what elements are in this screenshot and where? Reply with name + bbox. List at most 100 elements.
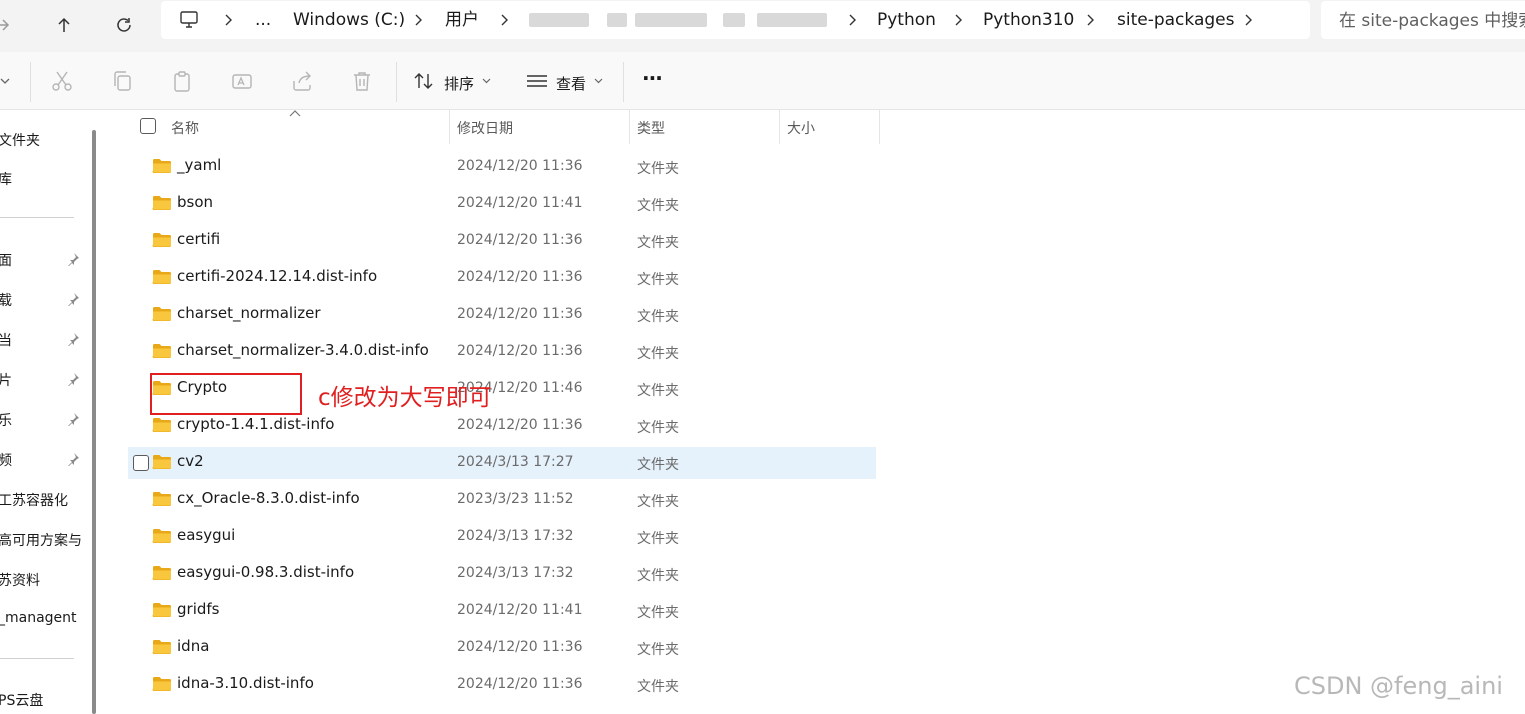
sidebar-item-label: 片 (0, 373, 12, 389)
chevron-right-icon (415, 14, 422, 26)
file-modified-date: 2024/12/20 11:36 (457, 417, 583, 433)
column-separator[interactable] (629, 110, 630, 144)
address-bar[interactable]: ... Windows (C:) 用户 Python Python310 sit… (161, 1, 1310, 39)
file-row[interactable]: idna-3.10.dist-info 2024/12/20 11:36 文件夹 (128, 669, 876, 701)
sidebar-item[interactable]: 高可用方案与 (0, 528, 86, 552)
file-name: charset_normalizer (177, 304, 321, 322)
breadcrumb-site-packages[interactable]: site-packages (1117, 1, 1234, 39)
sidebar-divider (0, 217, 74, 218)
sidebar-item-label: 面 (0, 253, 12, 269)
column-separator[interactable] (449, 110, 450, 144)
file-name: bson (177, 193, 214, 211)
breadcrumb-overflow[interactable]: ... (255, 1, 271, 39)
sidebar-item-label: _managent (0, 610, 77, 626)
file-row[interactable]: cv2 2024/3/13 17:27 文件夹 (128, 447, 876, 479)
refresh-button[interactable] (108, 9, 140, 41)
file-name: certifi-2024.12.14.dist-info (177, 267, 378, 285)
folder-icon (152, 492, 171, 507)
up-button[interactable] (48, 9, 80, 41)
column-header-type[interactable]: 类型 (637, 118, 665, 138)
select-all-checkbox[interactable] (140, 118, 156, 134)
chevron-down-icon[interactable] (0, 77, 10, 85)
file-type: 文件夹 (637, 272, 679, 288)
column-header-name[interactable]: 名称 (171, 118, 199, 138)
file-modified-date: 2024/12/20 11:36 (457, 232, 583, 248)
share-icon[interactable] (290, 69, 314, 93)
address-row: ... Windows (C:) 用户 Python Python310 sit… (0, 0, 1525, 52)
copy-icon[interactable] (110, 69, 134, 93)
file-type: 文件夹 (637, 346, 679, 362)
file-row[interactable]: gridfs 2024/12/20 11:41 文件夹 (128, 595, 876, 627)
more-options-button[interactable]: ··· (642, 66, 663, 90)
file-modified-date: 2024/12/20 11:36 (457, 676, 583, 692)
view-button[interactable]: 查看 (524, 64, 608, 98)
file-type: 文件夹 (637, 457, 679, 473)
file-type: 文件夹 (637, 605, 679, 621)
sidebar-item[interactable]: _managent (0, 608, 86, 632)
sidebar-item-label: 库 (0, 172, 12, 188)
breadcrumb-python310[interactable]: Python310 (983, 1, 1074, 39)
folder-icon (152, 418, 171, 433)
sidebar-item-label: PS云盘 (0, 693, 44, 709)
search-input[interactable]: 在 site-packages 中搜索 (1321, 1, 1525, 39)
file-name: easygui-0.98.3.dist-info (177, 563, 355, 581)
column-separator[interactable] (779, 110, 780, 144)
folder-icon (152, 529, 171, 544)
file-row[interactable]: certifi 2024/12/20 11:36 文件夹 (128, 225, 876, 257)
file-row[interactable]: _yaml 2024/12/20 11:36 文件夹 (128, 151, 876, 183)
file-row[interactable]: cx_Oracle-8.3.0.dist-info 2023/3/23 11:52… (128, 484, 876, 516)
file-name: gridfs (177, 600, 220, 618)
sidebar-item[interactable]: 工苏容器化 (0, 488, 86, 512)
file-row[interactable]: bson 2024/12/20 11:41 文件夹 (128, 188, 876, 220)
file-name: cv2 (177, 452, 204, 470)
file-row[interactable]: certifi-2024.12.14.dist-info 2024/12/20 1… (128, 262, 876, 294)
column-header-modified[interactable]: 修改日期 (457, 118, 513, 138)
file-name: charset_normalizer-3.4.0.dist-info (177, 341, 429, 359)
column-header-row: 名称 修改日期 类型 大小 (103, 110, 1525, 144)
sidebar-item-label: 频 (0, 453, 12, 469)
sidebar-item-label: 乐 (0, 413, 12, 429)
file-row[interactable]: charset_normalizer-3.4.0.dist-info 2024/1… (128, 336, 876, 368)
file-type: 文件夹 (637, 161, 679, 177)
row-checkbox[interactable] (133, 455, 149, 471)
file-row[interactable]: charset_normalizer 2024/12/20 11:36 文件夹 (128, 299, 876, 331)
sidebar-item[interactable]: 苏资料 (0, 568, 86, 592)
file-modified-date: 2024/3/13 17:27 (457, 454, 574, 470)
folder-icon (152, 159, 171, 174)
sidebar-divider (0, 658, 74, 659)
breadcrumb-python[interactable]: Python (877, 1, 936, 39)
file-row[interactable]: idna 2024/12/20 11:36 文件夹 (128, 632, 876, 664)
chevron-right-icon (955, 14, 962, 26)
folder-icon (152, 196, 171, 211)
sidebar-scrollbar[interactable] (92, 130, 96, 714)
sidebar-item[interactable]: 载 (0, 288, 86, 312)
chevron-right-icon (501, 14, 508, 26)
paste-icon[interactable] (170, 69, 194, 93)
sidebar-item[interactable]: 乐 (0, 408, 86, 432)
column-header-size[interactable]: 大小 (787, 118, 815, 138)
folder-icon (152, 640, 171, 655)
cut-icon[interactable] (50, 69, 74, 93)
sidebar-item[interactable]: PS云盘 (0, 688, 86, 712)
sidebar-item[interactable]: 面 (0, 248, 86, 272)
sidebar-item-label: 工苏容器化 (0, 493, 68, 509)
file-row[interactable]: easygui-0.98.3.dist-info 2024/3/13 17:32 文… (128, 558, 876, 590)
sidebar-item[interactable]: 片 (0, 368, 86, 392)
sidebar-item[interactable]: 频 (0, 448, 86, 472)
sidebar-item[interactable]: 当 (0, 328, 86, 352)
toolbar-separator (396, 62, 397, 102)
sidebar-item[interactable]: 库 (0, 167, 86, 191)
chevron-right-icon (225, 14, 232, 26)
breadcrumb-users[interactable]: 用户 (445, 1, 479, 39)
breadcrumb-drive[interactable]: Windows (C:) (293, 1, 405, 39)
forward-button[interactable] (0, 9, 18, 41)
delete-icon[interactable] (350, 69, 374, 93)
redacted-path-segment (635, 13, 707, 27)
rename-icon[interactable] (230, 69, 254, 93)
sort-button[interactable]: 排序 (412, 64, 494, 98)
sidebar-item-label: 苏资料 (0, 573, 40, 589)
column-separator[interactable] (879, 110, 880, 144)
view-icon (527, 75, 547, 87)
sidebar-item[interactable]: 文件夹 (0, 128, 86, 152)
file-row[interactable]: easygui 2024/3/13 17:32 文件夹 (128, 521, 876, 553)
